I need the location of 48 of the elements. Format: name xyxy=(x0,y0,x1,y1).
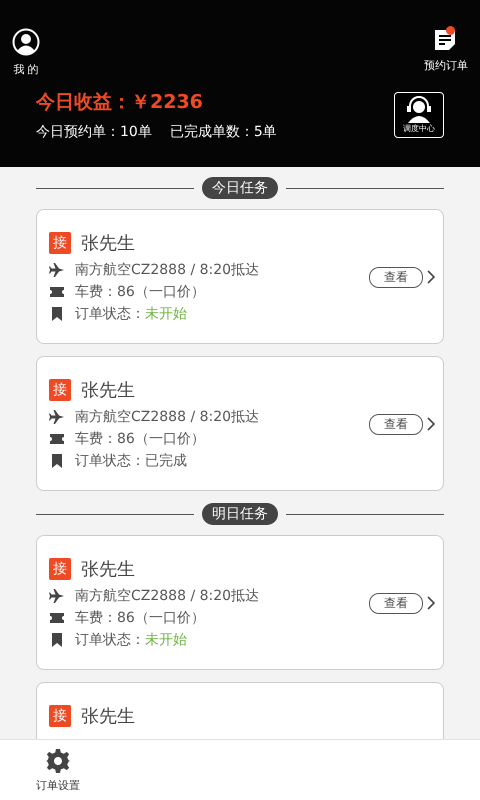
flight-text: 南方航空CZ2888 / 8:20抵达 xyxy=(75,261,260,279)
view-button[interactable]: 查看 xyxy=(369,266,423,288)
ticket-icon xyxy=(49,610,65,626)
booked-count: 今日预约单：10单 xyxy=(36,123,152,141)
pickup-tag: 接 xyxy=(49,379,71,401)
bookmark-icon xyxy=(49,453,65,469)
status-label: 订单状态：未开始 xyxy=(75,305,187,323)
section-heading: 明日任务 xyxy=(202,503,278,525)
chevron-icon[interactable] xyxy=(427,417,435,431)
section-heading: 今日任务 xyxy=(202,177,278,199)
airplane-icon xyxy=(49,409,65,425)
order-card[interactable]: 接 张先生 南方航空CZ2888 / 8:20抵达 车费：86（一口价） 订单状态：未开始 查看 xyxy=(36,535,444,670)
dispatch-button[interactable]: 调度中心 xyxy=(394,92,444,138)
bookmark-icon xyxy=(49,632,65,648)
airplane-icon xyxy=(49,262,65,278)
order-card[interactable]: 接 张先生 xyxy=(36,682,444,739)
passenger-name: 张先生 xyxy=(81,379,135,402)
profile-button[interactable]: 我 的 xyxy=(12,28,40,77)
earnings-text: 今日收益：￥2236 xyxy=(36,90,204,115)
completed-count: 已完成单数：5单 xyxy=(170,123,277,141)
view-button[interactable]: 查看 xyxy=(369,592,423,614)
chevron-icon[interactable] xyxy=(427,596,435,610)
status-label: 订单状态：已完成 xyxy=(75,452,187,470)
chevron-icon[interactable] xyxy=(427,270,435,284)
flight-text: 南方航空CZ2888 / 8:20抵达 xyxy=(75,587,260,605)
bookmark-icon xyxy=(49,306,65,322)
order-settings-button[interactable]: 订单设置 xyxy=(36,740,80,800)
passenger-name: 张先生 xyxy=(81,232,135,255)
ticket-icon xyxy=(49,284,65,300)
airplane-icon xyxy=(49,588,65,604)
fare-text: 车费：86（一口价） xyxy=(75,283,205,301)
orders-button[interactable]: 预约订单 xyxy=(424,28,468,77)
view-button[interactable]: 查看 xyxy=(369,414,423,434)
passenger-name: 张先生 xyxy=(81,705,135,728)
fare-text: 车费：86（一口价） xyxy=(75,609,205,627)
passenger-name: 张先生 xyxy=(81,558,135,581)
status-label: 订单状态：未开始 xyxy=(75,631,187,649)
order-card[interactable]: 接 张先生 南方航空CZ2888 / 8:20抵达 车费：86（一口价） 订单状态：未开始 查看 xyxy=(36,209,444,344)
fare-text: 车费：86（一口价） xyxy=(75,430,205,448)
profile-icon xyxy=(12,28,40,56)
pickup-tag: 接 xyxy=(49,232,71,254)
order-card[interactable]: 接 张先生 南方航空CZ2888 / 8:20抵达 车费：86（一口价） 订单状态：已完成 查看 xyxy=(36,356,444,491)
pickup-tag: 接 xyxy=(49,558,71,580)
ticket-icon xyxy=(49,431,65,447)
headset-icon xyxy=(404,95,434,123)
pickup-tag: 接 xyxy=(49,705,71,727)
flight-text: 南方航空CZ2888 / 8:20抵达 xyxy=(75,408,260,426)
settings-icon xyxy=(45,748,71,774)
